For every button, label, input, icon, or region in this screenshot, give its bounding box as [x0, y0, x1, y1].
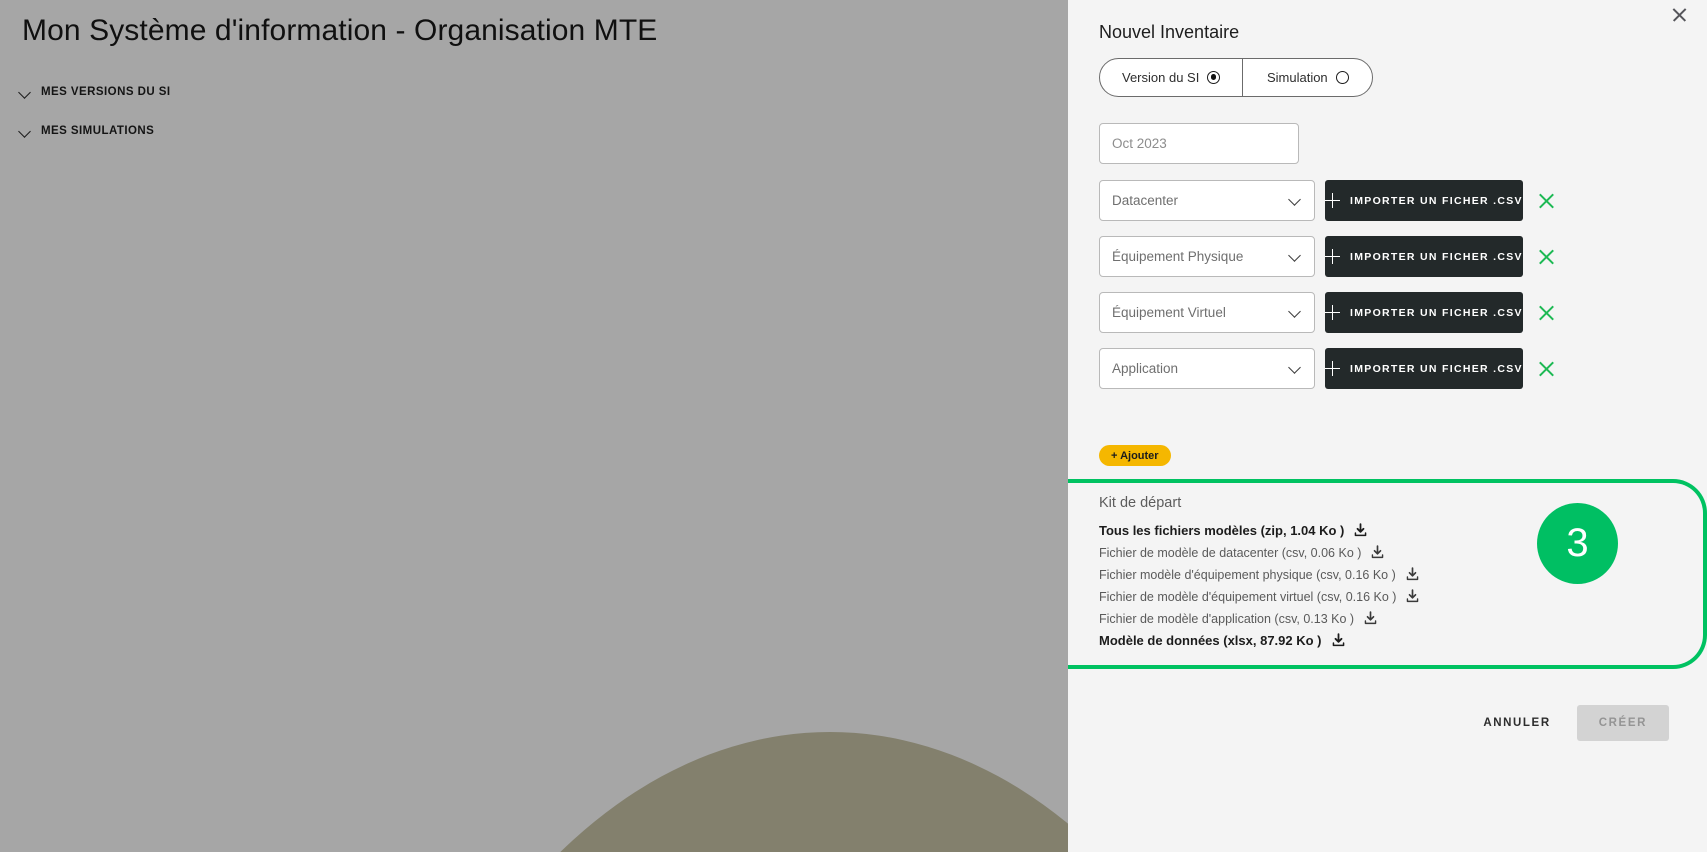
download-icon[interactable] — [1331, 633, 1346, 648]
plus-icon — [1325, 249, 1340, 264]
type-select-equipement-physique[interactable]: Équipement Physique — [1099, 236, 1315, 277]
create-button[interactable]: CRÉER — [1576, 705, 1669, 741]
remove-row-icon[interactable] — [1536, 302, 1558, 324]
import-button-label: IMPORTER UN FICHER .CSV — [1350, 250, 1523, 263]
import-csv-button[interactable]: IMPORTER UN FICHER .CSV — [1325, 292, 1523, 333]
close-icon[interactable] — [1669, 4, 1691, 26]
kit-section-title: Kit de départ — [1099, 495, 1182, 511]
import-csv-button[interactable]: IMPORTER UN FICHER .CSV — [1325, 180, 1523, 221]
kit-file-modele-de-donnees[interactable]: Modèle de données (xlsx, 87.92 Ko ) — [1099, 633, 1703, 648]
remove-row-icon[interactable] — [1536, 246, 1558, 268]
plus-icon — [1325, 193, 1340, 208]
download-icon[interactable] — [1363, 611, 1378, 626]
import-rows: Datacenter IMPORTER UN FICHER .CSV Équip… — [1099, 180, 1679, 404]
download-icon[interactable] — [1353, 523, 1368, 538]
toggle-option-label: Version du SI — [1122, 70, 1200, 85]
kit-file-equipement-physique[interactable]: Fichier modèle d'équipement physique (cs… — [1099, 567, 1703, 582]
toggle-option-version-si[interactable]: Version du SI — [1100, 59, 1242, 96]
type-select-datacenter[interactable]: Datacenter — [1099, 180, 1315, 221]
download-icon[interactable] — [1405, 589, 1420, 604]
new-inventory-panel: Nouvel Inventaire Version du SI Simulati… — [1068, 0, 1707, 852]
download-icon[interactable] — [1405, 567, 1420, 582]
import-csv-button[interactable]: IMPORTER UN FICHER .CSV — [1325, 348, 1523, 389]
toggle-option-simulation[interactable]: Simulation — [1242, 59, 1372, 96]
remove-row-icon[interactable] — [1536, 358, 1558, 380]
select-value: Équipement Physique — [1112, 249, 1244, 264]
chevron-down-icon — [1289, 195, 1301, 207]
import-button-label: IMPORTER UN FICHER .CSV — [1350, 362, 1523, 375]
kit-de-depart-section: Kit de départ Tous les fichiers modèles … — [1068, 479, 1707, 669]
add-row-button[interactable]: + Ajouter — [1099, 445, 1171, 466]
import-button-label: IMPORTER UN FICHER .CSV — [1350, 306, 1523, 319]
kit-file-label: Tous les fichiers modèles (zip, 1.04 Ko … — [1099, 523, 1345, 538]
chevron-down-icon — [1289, 307, 1301, 319]
chevron-down-icon — [1289, 251, 1301, 263]
remove-row-icon[interactable] — [1536, 190, 1558, 212]
select-value: Datacenter — [1112, 193, 1179, 208]
cancel-button[interactable]: ANNULER — [1465, 705, 1568, 741]
type-select-equipement-virtuel[interactable]: Équipement Virtuel — [1099, 292, 1315, 333]
import-row-equipement-physique: Équipement Physique IMPORTER UN FICHER .… — [1099, 236, 1679, 277]
download-icon[interactable] — [1370, 545, 1385, 560]
step-badge: 3 — [1537, 503, 1618, 584]
kit-file-label: Fichier modèle d'équipement physique (cs… — [1099, 567, 1396, 582]
plus-icon — [1325, 305, 1340, 320]
radio-unselected-icon — [1335, 71, 1349, 84]
panel-actions: ANNULER CRÉER — [1465, 705, 1669, 741]
import-button-label: IMPORTER UN FICHER .CSV — [1350, 194, 1523, 207]
import-row-equipement-virtuel: Équipement Virtuel IMPORTER UN FICHER .C… — [1099, 292, 1679, 333]
kit-file-label: Fichier de modèle de datacenter (csv, 0.… — [1099, 545, 1362, 560]
import-row-datacenter: Datacenter IMPORTER UN FICHER .CSV — [1099, 180, 1679, 221]
kit-file-label: Modèle de données (xlsx, 87.92 Ko ) — [1099, 633, 1322, 648]
kit-file-application[interactable]: Fichier de modèle d'application (csv, 0.… — [1099, 611, 1703, 626]
import-csv-button[interactable]: IMPORTER UN FICHER .CSV — [1325, 236, 1523, 277]
select-value: Application — [1112, 361, 1179, 376]
chevron-down-icon — [1289, 363, 1301, 375]
inventory-type-toggle[interactable]: Version du SI Simulation — [1099, 58, 1374, 97]
kit-file-equipement-virtuel[interactable]: Fichier de modèle d'équipement virtuel (… — [1099, 589, 1703, 604]
import-row-application: Application IMPORTER UN FICHER .CSV — [1099, 348, 1679, 389]
app-root: Mon Système d'information - Organisation… — [0, 0, 1707, 852]
kit-file-label: Fichier de modèle d'application (csv, 0.… — [1099, 611, 1355, 626]
select-value: Équipement Virtuel — [1112, 305, 1226, 320]
toggle-option-label: Simulation — [1266, 70, 1328, 85]
plus-icon — [1325, 361, 1340, 376]
panel-title: Nouvel Inventaire — [1099, 22, 1240, 42]
date-input[interactable] — [1099, 123, 1299, 164]
type-select-application[interactable]: Application — [1099, 348, 1315, 389]
radio-selected-icon — [1207, 71, 1221, 84]
kit-file-label: Fichier de modèle d'équipement virtuel (… — [1099, 589, 1397, 604]
